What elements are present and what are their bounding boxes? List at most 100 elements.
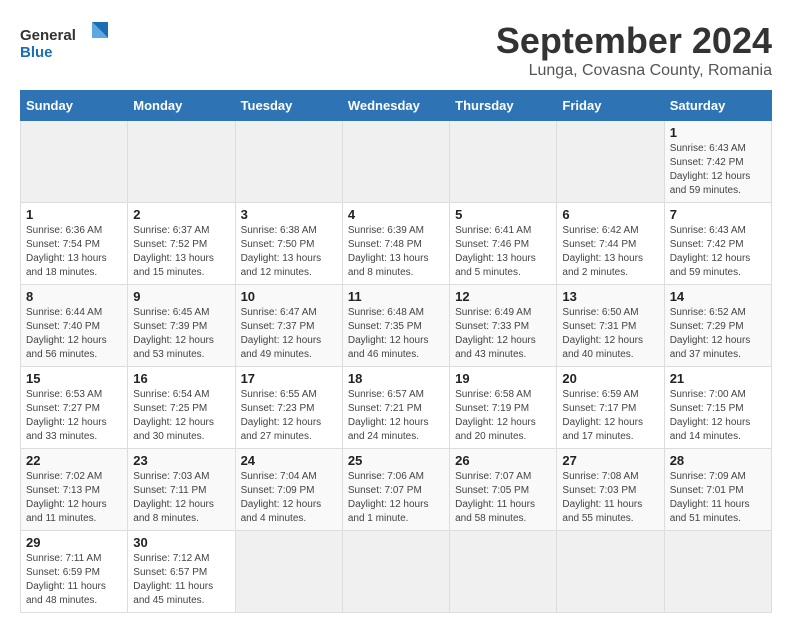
calendar-cell: 27 Sunrise: 7:08 AMSunset: 7:03 PMDayligh…: [557, 449, 664, 531]
day-info: Sunrise: 7:07 AMSunset: 7:05 PMDaylight:…: [455, 470, 551, 526]
weekday-header-saturday: Saturday: [664, 91, 771, 121]
calendar-cell: 25 Sunrise: 7:06 AMSunset: 7:07 PMDayligh…: [342, 449, 449, 531]
calendar-table: SundayMondayTuesdayWednesdayThursdayFrid…: [20, 90, 772, 613]
day-number: 18: [348, 371, 444, 386]
page-header: General Blue September 2024 Lunga, Covas…: [20, 20, 772, 80]
svg-text:General: General: [20, 27, 76, 44]
day-info: Sunrise: 7:02 AMSunset: 7:13 PMDaylight:…: [26, 470, 122, 526]
day-number: 28: [670, 453, 766, 468]
day-number: 9: [133, 289, 229, 304]
calendar-cell: 29 Sunrise: 7:11 AMSunset: 6:59 PMDayligh…: [21, 531, 128, 613]
day-info: Sunrise: 7:08 AMSunset: 7:03 PMDaylight:…: [562, 470, 658, 526]
calendar-cell: [342, 121, 449, 203]
calendar-cell: [342, 531, 449, 613]
day-info: Sunrise: 7:04 AMSunset: 7:09 PMDaylight:…: [241, 470, 337, 526]
calendar-cell: 11Sunrise: 6:48 AMSunset: 7:35 PMDayligh…: [342, 285, 449, 367]
day-number: 14: [670, 289, 766, 304]
calendar-cell: 19 Sunrise: 6:58 AMSunset: 7:19 PMDayligh…: [450, 367, 557, 449]
day-info: Sunrise: 6:37 AMSunset: 7:52 PMDaylight:…: [133, 224, 229, 280]
day-number: 16: [133, 371, 229, 386]
calendar-cell: 9 Sunrise: 6:45 AMSunset: 7:39 PMDaylight…: [128, 285, 235, 367]
calendar-cell: [664, 531, 771, 613]
day-number: 4: [348, 207, 444, 222]
day-number: 20: [562, 371, 658, 386]
day-number: 23: [133, 453, 229, 468]
day-info: Sunrise: 7:03 AMSunset: 7:11 PMDaylight:…: [133, 470, 229, 526]
day-number: 10: [241, 289, 337, 304]
day-info: Sunrise: 6:43 AMSunset: 7:42 PMDaylight:…: [670, 224, 766, 280]
day-info: Sunrise: 6:43 AMSunset: 7:42 PMDaylight:…: [670, 142, 766, 198]
calendar-cell: 21 Sunrise: 7:00 AMSunset: 7:15 PMDayligh…: [664, 367, 771, 449]
calendar-cell: 7Sunrise: 6:43 AMSunset: 7:42 PMDaylight…: [664, 203, 771, 285]
svg-text:Blue: Blue: [20, 44, 53, 61]
weekday-header-row: SundayMondayTuesdayWednesdayThursdayFrid…: [21, 91, 772, 121]
weekday-header-monday: Monday: [128, 91, 235, 121]
calendar-cell: 18 Sunrise: 6:57 AMSunset: 7:21 PMDayligh…: [342, 367, 449, 449]
day-number: 27: [562, 453, 658, 468]
weekday-header-thursday: Thursday: [450, 91, 557, 121]
logo-svg: General Blue: [20, 20, 110, 65]
day-info: Sunrise: 6:49 AMSunset: 7:33 PMDaylight:…: [455, 306, 551, 362]
calendar-cell: 1Sunrise: 6:36 AMSunset: 7:54 PMDaylight…: [21, 203, 128, 285]
calendar-cell: 4 Sunrise: 6:39 AMSunset: 7:48 PMDaylight…: [342, 203, 449, 285]
day-info: Sunrise: 7:11 AMSunset: 6:59 PMDaylight:…: [26, 552, 122, 608]
day-info: Sunrise: 6:42 AMSunset: 7:44 PMDaylight:…: [562, 224, 658, 280]
day-info: Sunrise: 7:12 AMSunset: 6:57 PMDaylight:…: [133, 552, 229, 608]
weekday-header-wednesday: Wednesday: [342, 91, 449, 121]
calendar-cell: 15Sunrise: 6:53 AMSunset: 7:27 PMDayligh…: [21, 367, 128, 449]
calendar-week-row: 1Sunrise: 6:36 AMSunset: 7:54 PMDaylight…: [21, 203, 772, 285]
calendar-week-row: 1Sunrise: 6:43 AMSunset: 7:42 PMDaylight…: [21, 121, 772, 203]
day-number: 8: [26, 289, 122, 304]
day-info: Sunrise: 7:06 AMSunset: 7:07 PMDaylight:…: [348, 470, 444, 526]
calendar-cell: [21, 121, 128, 203]
day-info: Sunrise: 6:50 AMSunset: 7:31 PMDaylight:…: [562, 306, 658, 362]
day-info: Sunrise: 7:00 AMSunset: 7:15 PMDaylight:…: [670, 388, 766, 444]
day-number: 6: [562, 207, 658, 222]
day-number: 3: [241, 207, 337, 222]
day-number: 13: [562, 289, 658, 304]
day-info: Sunrise: 6:45 AMSunset: 7:39 PMDaylight:…: [133, 306, 229, 362]
month-year-title: September 2024: [496, 20, 772, 62]
calendar-cell: 13 Sunrise: 6:50 AMSunset: 7:31 PMDayligh…: [557, 285, 664, 367]
day-number: 29: [26, 535, 122, 550]
weekday-header-tuesday: Tuesday: [235, 91, 342, 121]
calendar-cell: 2Sunrise: 6:37 AMSunset: 7:52 PMDaylight…: [128, 203, 235, 285]
calendar-cell: [557, 121, 664, 203]
day-number: 11: [348, 289, 444, 304]
day-info: Sunrise: 6:55 AMSunset: 7:23 PMDaylight:…: [241, 388, 337, 444]
calendar-cell: 28 Sunrise: 7:09 AMSunset: 7:01 PMDayligh…: [664, 449, 771, 531]
day-number: 1: [26, 207, 122, 222]
day-number: 24: [241, 453, 337, 468]
day-info: Sunrise: 6:52 AMSunset: 7:29 PMDaylight:…: [670, 306, 766, 362]
day-info: Sunrise: 6:47 AMSunset: 7:37 PMDaylight:…: [241, 306, 337, 362]
day-info: Sunrise: 6:57 AMSunset: 7:21 PMDaylight:…: [348, 388, 444, 444]
day-info: Sunrise: 6:59 AMSunset: 7:17 PMDaylight:…: [562, 388, 658, 444]
title-block: September 2024 Lunga, Covasna County, Ro…: [496, 20, 772, 80]
calendar-cell: [557, 531, 664, 613]
day-number: 19: [455, 371, 551, 386]
day-info: Sunrise: 6:39 AMSunset: 7:48 PMDaylight:…: [348, 224, 444, 280]
day-info: Sunrise: 6:58 AMSunset: 7:19 PMDaylight:…: [455, 388, 551, 444]
day-number: 21: [670, 371, 766, 386]
logo: General Blue: [20, 20, 110, 65]
calendar-cell: [128, 121, 235, 203]
calendar-cell: 6 Sunrise: 6:42 AMSunset: 7:44 PMDaylight…: [557, 203, 664, 285]
day-number: 30: [133, 535, 229, 550]
calendar-cell: 8 Sunrise: 6:44 AMSunset: 7:40 PMDaylight…: [21, 285, 128, 367]
day-info: Sunrise: 7:09 AMSunset: 7:01 PMDaylight:…: [670, 470, 766, 526]
calendar-cell: [235, 121, 342, 203]
day-number: 12: [455, 289, 551, 304]
calendar-cell: 12 Sunrise: 6:49 AMSunset: 7:33 PMDayligh…: [450, 285, 557, 367]
day-number: 26: [455, 453, 551, 468]
day-info: Sunrise: 6:44 AMSunset: 7:40 PMDaylight:…: [26, 306, 122, 362]
calendar-cell: 26 Sunrise: 7:07 AMSunset: 7:05 PMDayligh…: [450, 449, 557, 531]
calendar-cell: 10 Sunrise: 6:47 AMSunset: 7:37 PMDayligh…: [235, 285, 342, 367]
weekday-header-friday: Friday: [557, 91, 664, 121]
calendar-cell: 14 Sunrise: 6:52 AMSunset: 7:29 PMDayligh…: [664, 285, 771, 367]
calendar-cell: 23 Sunrise: 7:03 AMSunset: 7:11 PMDayligh…: [128, 449, 235, 531]
calendar-cell: [235, 531, 342, 613]
calendar-cell: [450, 531, 557, 613]
day-number: 25: [348, 453, 444, 468]
day-info: Sunrise: 6:54 AMSunset: 7:25 PMDaylight:…: [133, 388, 229, 444]
day-number: 17: [241, 371, 337, 386]
